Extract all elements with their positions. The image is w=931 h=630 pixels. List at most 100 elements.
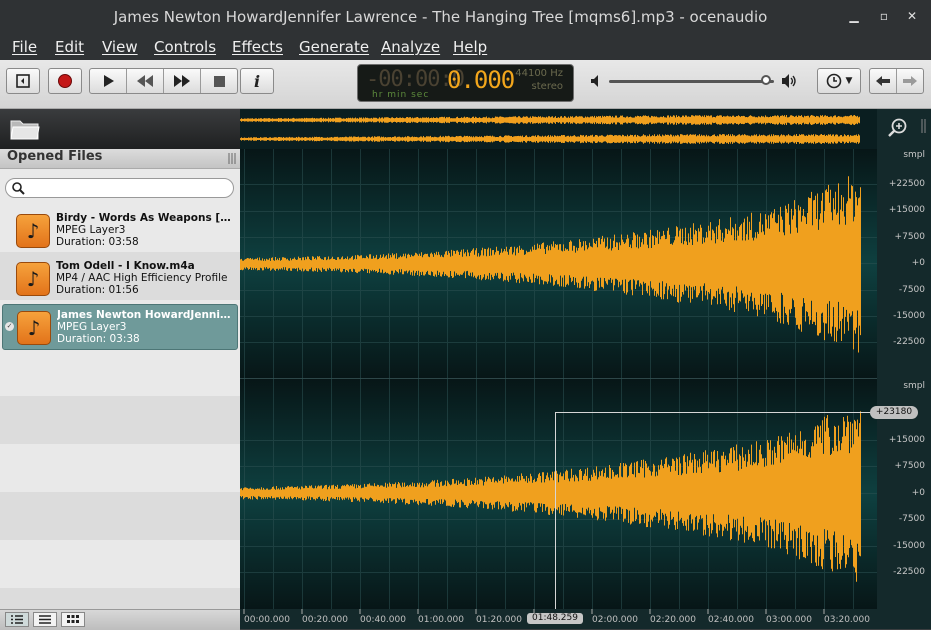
record-icon [58, 74, 72, 88]
list-stripe [0, 444, 240, 492]
title-bar: James Newton HowardJennifer Lawrence - T… [0, 0, 931, 34]
file-search-field[interactable] [5, 178, 234, 198]
opened-files-header: Opened Files [0, 149, 240, 169]
list-icon [39, 615, 51, 624]
menu-edit[interactable]: Edit [55, 38, 84, 56]
zoom-in-icon[interactable] [887, 117, 909, 139]
fast-forward-icon [174, 75, 190, 87]
file-duration: Duration: 03:38 [57, 333, 140, 345]
ruler-label: +15000 [888, 205, 925, 215]
minimize-icon[interactable]: ▁ [847, 9, 861, 23]
view-mode-bar [0, 609, 240, 630]
forward-button[interactable] [897, 69, 923, 93]
ruler-label: -22500 [893, 567, 925, 577]
time-label: 03:20.000 [824, 615, 870, 625]
ruler-label: +7500 [894, 461, 925, 471]
file-list-item-selected[interactable]: ✓ ♪ James Newton HowardJennifer … MPEG L… [2, 304, 238, 350]
time-label: 02:40.000 [708, 615, 754, 625]
amplitude-ruler: smpl +22500 +15000 +7500 +0 -7500 -15000… [877, 109, 931, 629]
resize-grip-icon[interactable] [228, 153, 236, 164]
record-button[interactable] [48, 68, 82, 94]
play-icon [104, 75, 114, 87]
ruler-label: -7500 [898, 514, 925, 524]
file-list-item[interactable]: ♪ Birdy - Words As Weapons [mqm… MPEG La… [2, 208, 238, 254]
menu-generate[interactable]: Generate [299, 38, 369, 56]
file-format: MPEG Layer3 [56, 224, 126, 236]
list-stripe [0, 492, 240, 540]
volume-slider-handle[interactable] [760, 75, 771, 85]
menu-analyze[interactable]: Analyze [381, 38, 440, 56]
view-detail-button[interactable] [5, 612, 29, 627]
info-icon: i [253, 71, 261, 91]
file-format: MPEG Layer3 [57, 321, 127, 333]
search-icon [12, 182, 25, 195]
time-units-label: hr min sec [372, 90, 430, 100]
arrow-right-icon [903, 76, 917, 86]
detail-list-icon [11, 615, 23, 624]
audio-file-icon: ♪ [17, 311, 51, 345]
sidebar-toggle-icon [16, 74, 30, 88]
menu-view[interactable]: View [102, 38, 138, 56]
time-label: 02:20.000 [650, 615, 696, 625]
volume-high-icon [782, 74, 796, 88]
back-button[interactable] [870, 69, 897, 93]
rewind-icon [137, 75, 153, 87]
time-label: 00:20.000 [302, 615, 348, 625]
time-ruler: 00:00.000 00:20.000 00:40.000 01:00.000 … [240, 609, 877, 629]
file-duration: Duration: 01:56 [56, 284, 139, 296]
ruler-label: -7500 [898, 285, 925, 295]
history-button[interactable]: ▼ [817, 68, 861, 94]
list-stripe [0, 588, 240, 609]
chevron-down-icon: ▼ [845, 76, 853, 86]
list-stripe [0, 396, 240, 444]
opened-files-title: Opened Files [7, 149, 103, 164]
list-stripe [0, 540, 240, 588]
checkmark-icon: ✓ [5, 322, 14, 331]
stop-button[interactable] [201, 69, 237, 93]
info-button[interactable]: i [240, 68, 274, 94]
ruler-label: -22500 [893, 337, 925, 347]
time-label: 01:20.000 [476, 615, 522, 625]
time-label: 03:00.000 [766, 615, 812, 625]
view-grid-button[interactable] [61, 612, 85, 627]
time-label: 00:00.000 [244, 615, 290, 625]
menu-file[interactable]: File [12, 38, 37, 56]
close-icon[interactable]: ✕ [905, 9, 919, 23]
maximize-icon[interactable]: ▫ [877, 9, 891, 23]
folder-icon[interactable] [10, 117, 40, 141]
navigation-controls [869, 68, 924, 94]
volume-low-icon [591, 75, 598, 87]
play-button[interactable] [90, 69, 127, 93]
waveform-canvas[interactable] [240, 109, 877, 609]
file-name: James Newton HowardJennifer … [57, 309, 233, 321]
ruler-label: +15000 [888, 435, 925, 445]
channels-label: stereo [531, 81, 563, 92]
time-label: 01:00.000 [418, 615, 464, 625]
file-format: MP4 / AAC High Efficiency Profile [56, 272, 228, 284]
window-title: James Newton HowardJennifer Lawrence - T… [113, 8, 768, 26]
search-input[interactable] [28, 181, 232, 197]
time-display: -00:00:0 0.000 hr min sec 44100 Hz stere… [357, 64, 574, 102]
list-stripe [0, 348, 240, 396]
waveform-editor[interactable] [240, 109, 877, 609]
rewind-button[interactable] [127, 69, 164, 93]
volume-slider[interactable] [609, 80, 774, 83]
time-display-value: 0.000 [447, 66, 515, 94]
toggle-sidebar-button[interactable] [6, 68, 40, 94]
ruler-label: +7500 [894, 232, 925, 242]
cursor-value-badge: +23180 [870, 406, 918, 419]
menu-help[interactable]: Help [453, 38, 487, 56]
time-label: 00:40.000 [360, 615, 406, 625]
view-list-button[interactable] [33, 612, 57, 627]
transport-controls [89, 68, 238, 94]
fast-forward-button[interactable] [164, 69, 201, 93]
clock-icon [826, 73, 841, 89]
menu-effects[interactable]: Effects [232, 38, 283, 56]
file-duration: Duration: 03:58 [56, 236, 139, 248]
menu-controls[interactable]: Controls [154, 38, 216, 56]
cursor-time-badge: 01:48.259 [527, 613, 583, 624]
file-list-item[interactable]: ♪ Tom Odell - I Know.m4a MP4 / AAC High … [2, 256, 238, 302]
grid-icon [67, 615, 79, 623]
sample-rate-label: 44100 Hz [515, 68, 563, 79]
resize-grip-icon[interactable] [921, 119, 927, 133]
